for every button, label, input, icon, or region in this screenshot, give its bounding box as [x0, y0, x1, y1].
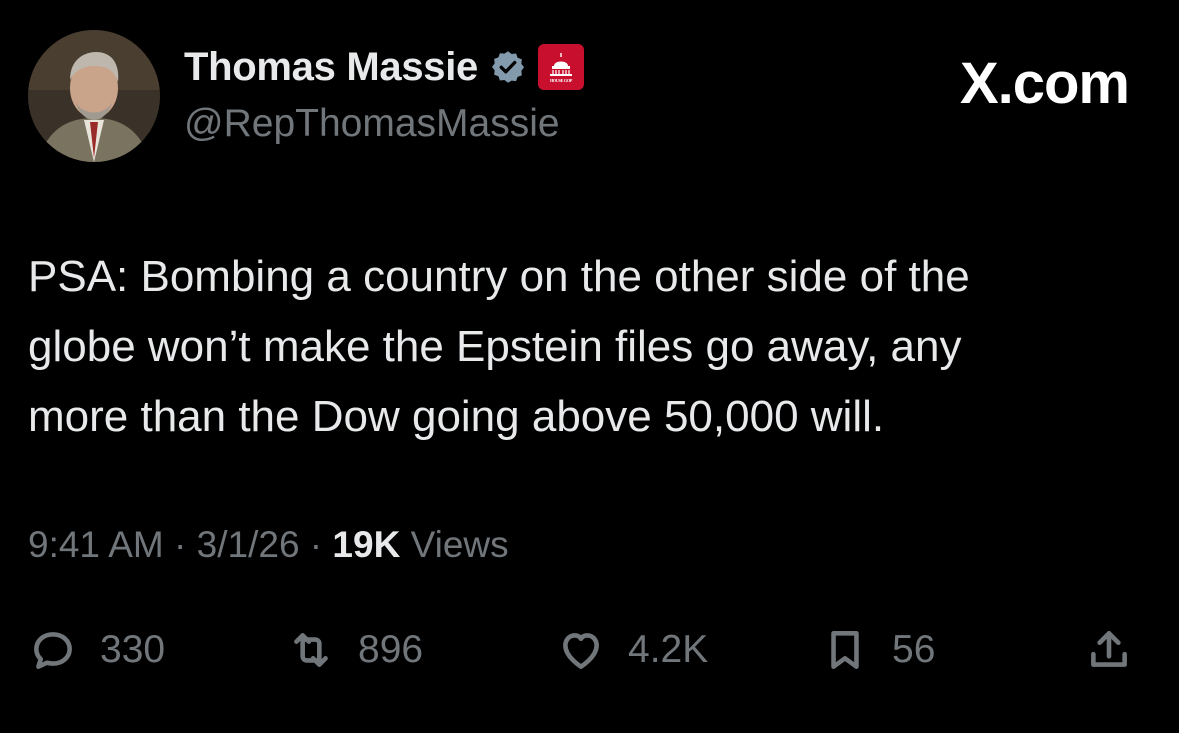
reply-button[interactable]: 330 — [28, 615, 165, 685]
views-label: Views — [410, 524, 509, 565]
reply-icon — [34, 632, 72, 669]
bookmark-icon — [831, 631, 859, 669]
heart-icon — [563, 633, 599, 669]
author-name-row: Thomas Massie HOUSE GOP — [184, 44, 584, 90]
bookmark-count: 56 — [892, 628, 936, 671]
views-count: 19K — [332, 524, 401, 565]
author-name[interactable]: Thomas Massie — [184, 45, 478, 90]
svg-text:HOUSE GOP: HOUSE GOP — [550, 78, 573, 83]
avatar-photo — [28, 30, 160, 162]
author-handle[interactable]: @RepThomasMassie — [184, 102, 560, 146]
share-icon — [1091, 631, 1127, 667]
repost-icon — [294, 633, 328, 667]
tweet-text: PSA: Bombing a country on the other side… — [28, 252, 970, 441]
author-avatar[interactable] — [28, 30, 160, 162]
tweet-actions: 330 896 4.2K 56 — [0, 615, 1179, 685]
tweet-time[interactable]: 9:41 AM — [28, 524, 164, 565]
tweet-meta: 9:41 AM · 3/1/26 · 19K Views — [28, 524, 509, 566]
repost-button[interactable]: 896 — [286, 615, 423, 685]
bookmark-button[interactable]: 56 — [820, 615, 935, 685]
brand-watermark: X.com — [959, 51, 1130, 116]
tweet-date[interactable]: 3/1/26 — [197, 524, 300, 565]
house-gop-capitol-icon[interactable]: HOUSE GOP — [538, 44, 584, 90]
verified-badge-icon — [490, 49, 526, 85]
repost-count: 896 — [358, 628, 424, 671]
like-count: 4.2K — [628, 628, 709, 671]
like-button[interactable]: 4.2K — [556, 615, 708, 685]
reply-count: 330 — [100, 628, 166, 671]
share-button[interactable] — [1084, 615, 1134, 685]
meta-separator: · — [299, 524, 333, 565]
meta-separator: · — [163, 524, 197, 565]
